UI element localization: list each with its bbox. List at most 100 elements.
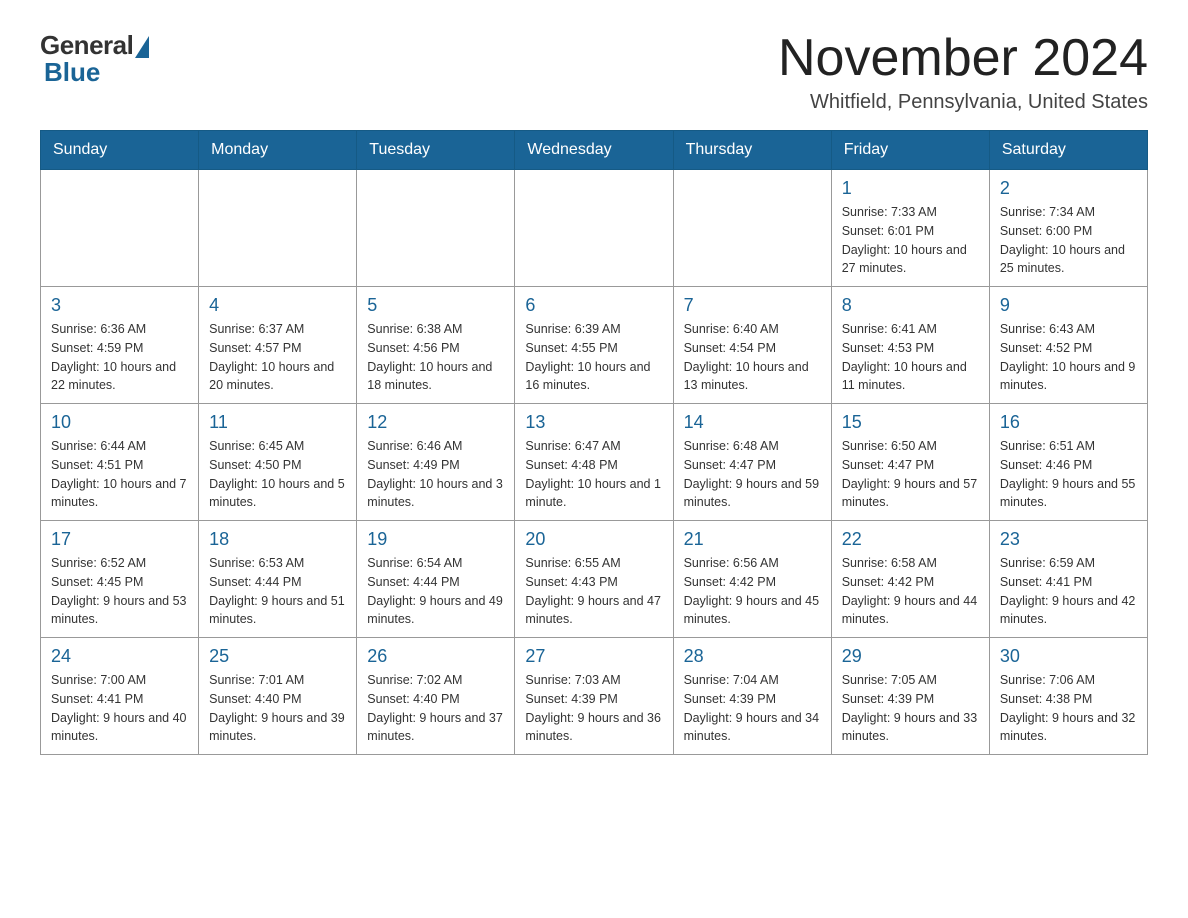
calendar-week-row: 17 Sunrise: 6:52 AM Sunset: 4:45 PM Dayli…: [41, 521, 1148, 638]
calendar-cell: 17 Sunrise: 6:52 AM Sunset: 4:45 PM Dayli…: [41, 521, 199, 638]
day-info: Sunrise: 7:05 AM Sunset: 4:39 PM Dayligh…: [842, 671, 979, 746]
calendar-cell: 24Sunrise: 7:00 AM Sunset: 4:41 PM Dayli…: [41, 638, 199, 755]
day-info: Sunrise: 6:41 AM Sunset: 4:53 PM Dayligh…: [842, 320, 979, 395]
day-number: 2: [1000, 178, 1137, 199]
day-info: Sunrise: 7:33 AM Sunset: 6:01 PM Dayligh…: [842, 203, 979, 278]
calendar-cell: 25Sunrise: 7:01 AM Sunset: 4:40 PM Dayli…: [199, 638, 357, 755]
day-info: Sunrise: 7:04 AM Sunset: 4:39 PM Dayligh…: [684, 671, 821, 746]
calendar-week-row: 10 Sunrise: 6:44 AM Sunset: 4:51 PM Dayli…: [41, 404, 1148, 521]
calendar-week-row: 1 Sunrise: 7:33 AM Sunset: 6:01 PM Daylig…: [41, 170, 1148, 287]
calendar-week-row: 24Sunrise: 7:00 AM Sunset: 4:41 PM Dayli…: [41, 638, 1148, 755]
day-number: 21: [684, 529, 821, 550]
logo-triangle-icon: [135, 36, 149, 58]
calendar-cell: 23Sunrise: 6:59 AM Sunset: 4:41 PM Dayli…: [989, 521, 1147, 638]
title-block: November 2024 Whitfield, Pennsylvania, U…: [778, 30, 1148, 114]
calendar-cell: 13 Sunrise: 6:47 AM Sunset: 4:48 PM Dayli…: [515, 404, 673, 521]
day-number: 14: [684, 412, 821, 433]
day-info: Sunrise: 7:06 AM Sunset: 4:38 PM Dayligh…: [1000, 671, 1137, 746]
day-info: Sunrise: 6:50 AM Sunset: 4:47 PM Dayligh…: [842, 437, 979, 512]
day-number: 11: [209, 412, 346, 433]
day-number: 7: [684, 295, 821, 316]
calendar-cell: [41, 170, 199, 287]
calendar-table: SundayMondayTuesdayWednesdayThursdayFrid…: [40, 130, 1148, 755]
day-info: Sunrise: 6:56 AM Sunset: 4:42 PM Dayligh…: [684, 554, 821, 629]
calendar-cell: 10 Sunrise: 6:44 AM Sunset: 4:51 PM Dayli…: [41, 404, 199, 521]
calendar-cell: 22Sunrise: 6:58 AM Sunset: 4:42 PM Dayli…: [831, 521, 989, 638]
calendar-header: SundayMondayTuesdayWednesdayThursdayFrid…: [41, 131, 1148, 170]
calendar-cell: [515, 170, 673, 287]
calendar-cell: 12 Sunrise: 6:46 AM Sunset: 4:49 PM Dayli…: [357, 404, 515, 521]
day-info: Sunrise: 6:45 AM Sunset: 4:50 PM Dayligh…: [209, 437, 346, 512]
weekday-header-thursday: Thursday: [673, 131, 831, 170]
calendar-week-row: 3Sunrise: 6:36 AM Sunset: 4:59 PM Daylig…: [41, 287, 1148, 404]
page-title: November 2024: [778, 30, 1148, 87]
calendar-cell: 16 Sunrise: 6:51 AM Sunset: 4:46 PM Dayli…: [989, 404, 1147, 521]
weekday-header-friday: Friday: [831, 131, 989, 170]
day-number: 12: [367, 412, 504, 433]
day-info: Sunrise: 6:59 AM Sunset: 4:41 PM Dayligh…: [1000, 554, 1137, 629]
calendar-cell: 18 Sunrise: 6:53 AM Sunset: 4:44 PM Dayli…: [199, 521, 357, 638]
calendar-cell: 1 Sunrise: 7:33 AM Sunset: 6:01 PM Daylig…: [831, 170, 989, 287]
calendar-cell: 8Sunrise: 6:41 AM Sunset: 4:53 PM Daylig…: [831, 287, 989, 404]
page-header: General Blue November 2024 Whitfield, Pe…: [40, 30, 1148, 114]
day-info: Sunrise: 6:38 AM Sunset: 4:56 PM Dayligh…: [367, 320, 504, 395]
day-number: 13: [525, 412, 662, 433]
weekday-header-wednesday: Wednesday: [515, 131, 673, 170]
calendar-cell: 27Sunrise: 7:03 AM Sunset: 4:39 PM Dayli…: [515, 638, 673, 755]
calendar-cell: 7Sunrise: 6:40 AM Sunset: 4:54 PM Daylig…: [673, 287, 831, 404]
day-number: 10: [51, 412, 188, 433]
day-info: Sunrise: 6:53 AM Sunset: 4:44 PM Dayligh…: [209, 554, 346, 629]
weekday-header-row: SundayMondayTuesdayWednesdayThursdayFrid…: [41, 131, 1148, 170]
day-number: 1: [842, 178, 979, 199]
calendar-cell: [199, 170, 357, 287]
day-number: 16: [1000, 412, 1137, 433]
calendar-cell: 19 Sunrise: 6:54 AM Sunset: 4:44 PM Dayli…: [357, 521, 515, 638]
day-number: 17: [51, 529, 188, 550]
day-number: 22: [842, 529, 979, 550]
day-info: Sunrise: 6:36 AM Sunset: 4:59 PM Dayligh…: [51, 320, 188, 395]
day-number: 26: [367, 646, 504, 667]
calendar-cell: 11 Sunrise: 6:45 AM Sunset: 4:50 PM Dayli…: [199, 404, 357, 521]
calendar-cell: 15 Sunrise: 6:50 AM Sunset: 4:47 PM Dayli…: [831, 404, 989, 521]
calendar-cell: 26 Sunrise: 7:02 AM Sunset: 4:40 PM Dayli…: [357, 638, 515, 755]
calendar-cell: 2 Sunrise: 7:34 AM Sunset: 6:00 PM Daylig…: [989, 170, 1147, 287]
day-info: Sunrise: 7:34 AM Sunset: 6:00 PM Dayligh…: [1000, 203, 1137, 278]
calendar-cell: 29Sunrise: 7:05 AM Sunset: 4:39 PM Dayli…: [831, 638, 989, 755]
calendar-cell: 28 Sunrise: 7:04 AM Sunset: 4:39 PM Dayli…: [673, 638, 831, 755]
logo: General Blue: [40, 30, 149, 88]
weekday-header-monday: Monday: [199, 131, 357, 170]
day-number: 27: [525, 646, 662, 667]
day-info: Sunrise: 6:48 AM Sunset: 4:47 PM Dayligh…: [684, 437, 821, 512]
calendar-cell: 20Sunrise: 6:55 AM Sunset: 4:43 PM Dayli…: [515, 521, 673, 638]
day-number: 28: [684, 646, 821, 667]
calendar-cell: 9Sunrise: 6:43 AM Sunset: 4:52 PM Daylig…: [989, 287, 1147, 404]
day-info: Sunrise: 6:39 AM Sunset: 4:55 PM Dayligh…: [525, 320, 662, 395]
day-info: Sunrise: 6:52 AM Sunset: 4:45 PM Dayligh…: [51, 554, 188, 629]
weekday-header-sunday: Sunday: [41, 131, 199, 170]
day-number: 5: [367, 295, 504, 316]
day-number: 6: [525, 295, 662, 316]
day-number: 15: [842, 412, 979, 433]
day-number: 30: [1000, 646, 1137, 667]
calendar-body: 1 Sunrise: 7:33 AM Sunset: 6:01 PM Daylig…: [41, 170, 1148, 755]
calendar-cell: 4 Sunrise: 6:37 AM Sunset: 4:57 PM Daylig…: [199, 287, 357, 404]
day-info: Sunrise: 6:51 AM Sunset: 4:46 PM Dayligh…: [1000, 437, 1137, 512]
calendar-cell: 5 Sunrise: 6:38 AM Sunset: 4:56 PM Daylig…: [357, 287, 515, 404]
logo-blue-text: Blue: [44, 57, 100, 88]
day-info: Sunrise: 7:02 AM Sunset: 4:40 PM Dayligh…: [367, 671, 504, 746]
calendar-cell: 3Sunrise: 6:36 AM Sunset: 4:59 PM Daylig…: [41, 287, 199, 404]
day-number: 25: [209, 646, 346, 667]
day-info: Sunrise: 6:44 AM Sunset: 4:51 PM Dayligh…: [51, 437, 188, 512]
calendar-cell: 30 Sunrise: 7:06 AM Sunset: 4:38 PM Dayli…: [989, 638, 1147, 755]
day-info: Sunrise: 6:47 AM Sunset: 4:48 PM Dayligh…: [525, 437, 662, 512]
day-info: Sunrise: 7:00 AM Sunset: 4:41 PM Dayligh…: [51, 671, 188, 746]
day-info: Sunrise: 6:54 AM Sunset: 4:44 PM Dayligh…: [367, 554, 504, 629]
calendar-cell: 14 Sunrise: 6:48 AM Sunset: 4:47 PM Dayli…: [673, 404, 831, 521]
weekday-header-saturday: Saturday: [989, 131, 1147, 170]
day-info: Sunrise: 6:46 AM Sunset: 4:49 PM Dayligh…: [367, 437, 504, 512]
day-info: Sunrise: 6:37 AM Sunset: 4:57 PM Dayligh…: [209, 320, 346, 395]
day-number: 18: [209, 529, 346, 550]
day-number: 4: [209, 295, 346, 316]
day-number: 19: [367, 529, 504, 550]
calendar-cell: [357, 170, 515, 287]
